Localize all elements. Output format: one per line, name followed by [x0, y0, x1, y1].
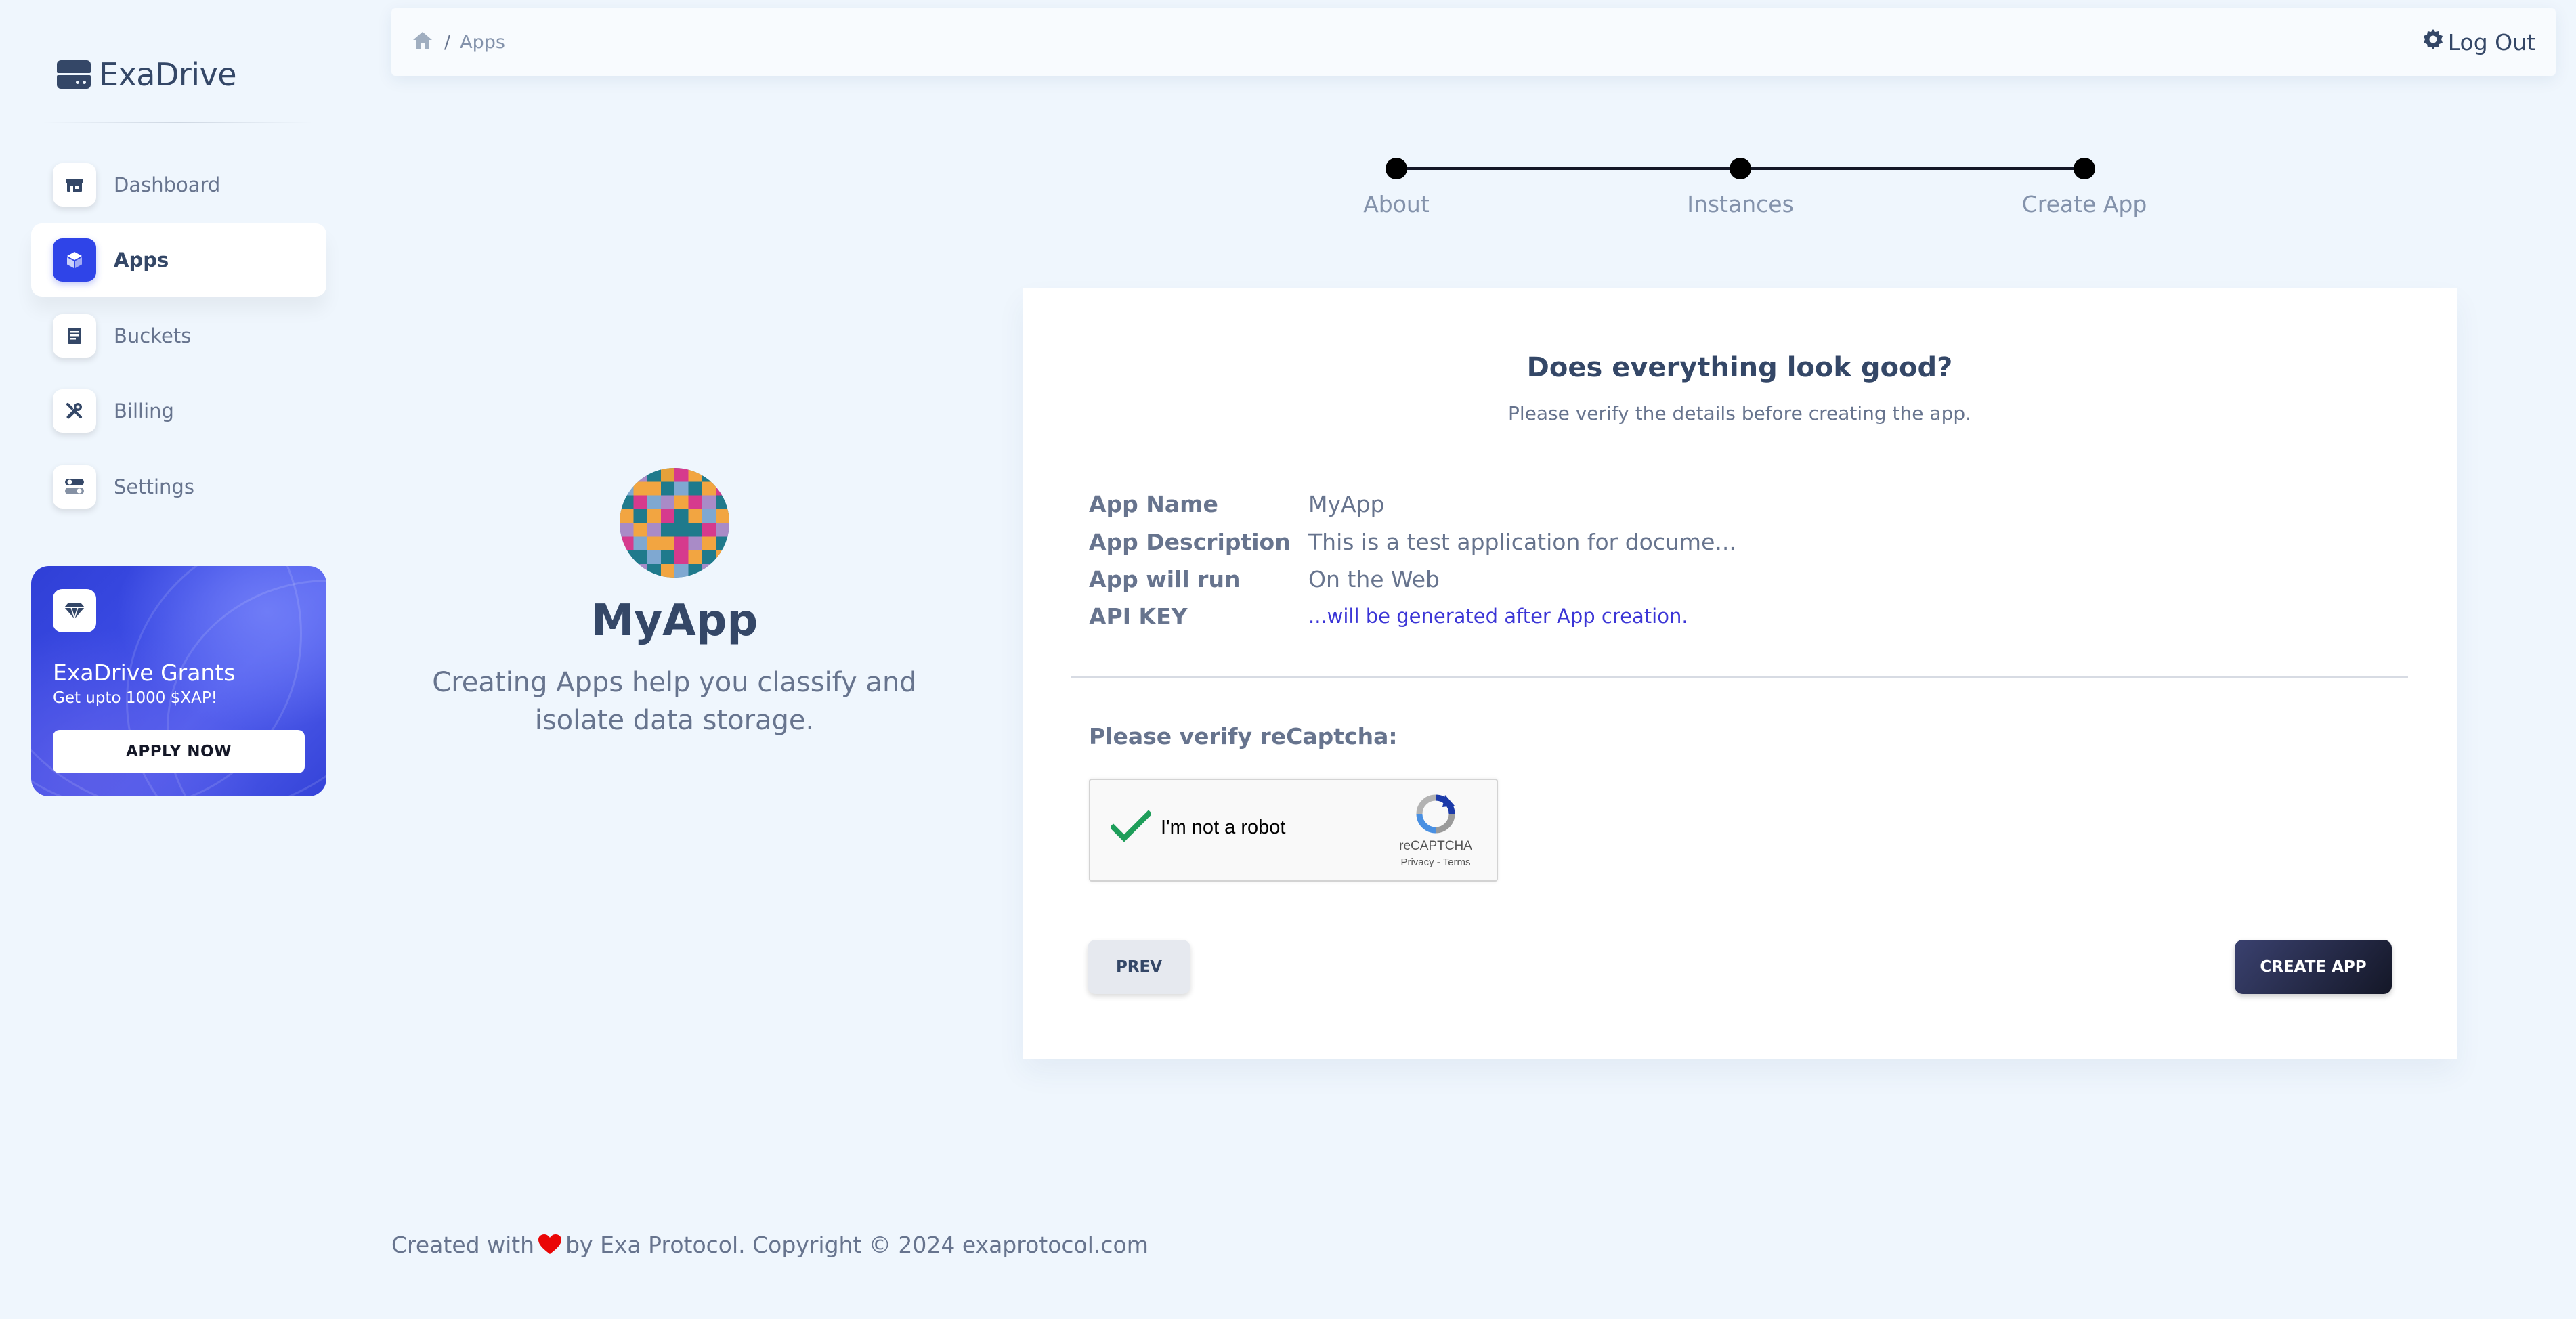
detail-value: On the Web	[1308, 565, 1440, 592]
brand-logo[interactable]: ExaDrive	[57, 54, 237, 95]
sidebar-item-label: Settings	[114, 475, 194, 498]
app-avatar	[620, 468, 729, 578]
step-label-instances[interactable]: Instances	[1639, 191, 1842, 217]
grants-subtitle: Get upto 1000 $XAP!	[53, 689, 217, 707]
recaptcha-privacy-link[interactable]: Privacy	[1400, 857, 1434, 868]
checkmark-icon[interactable]	[1109, 810, 1153, 847]
create-app-button[interactable]: CREATE APP	[2235, 940, 2392, 994]
breadcrumb: / Apps	[412, 8, 505, 76]
heart-icon	[538, 1234, 562, 1255]
detail-row-app-name: App Name MyApp	[1089, 485, 1384, 523]
breadcrumb-current: Apps	[460, 31, 505, 53]
sidebar-item-label: Dashboard	[114, 173, 221, 196]
recaptcha-logo: reCAPTCHA Privacy - Terms	[1388, 794, 1483, 868]
sidebar-item-label: Apps	[114, 248, 169, 272]
detail-key: App will run	[1089, 565, 1241, 592]
step-dot-about[interactable]	[1386, 158, 1407, 179]
detail-key: App Description	[1089, 528, 1291, 555]
detail-value: MyApp	[1308, 490, 1385, 517]
sidebar-item-apps[interactable]: Apps	[31, 223, 326, 297]
detail-row-app-platform: App will run On the Web	[1089, 560, 1440, 598]
shop-icon	[53, 163, 96, 207]
sidebar-item-label: Billing	[114, 399, 174, 423]
switches-icon	[53, 465, 96, 509]
detail-value: ...will be generated after App creation.	[1308, 605, 1688, 628]
app-description: Creating Apps help you classify and isol…	[432, 667, 917, 736]
detail-value: This is a test application for docume...	[1308, 528, 1736, 555]
step-label-about[interactable]: About	[1295, 191, 1498, 217]
recaptcha-links-separator: -	[1434, 857, 1443, 868]
grants-card: ExaDrive Grants Get upto 1000 $XAP! APPL…	[31, 566, 326, 796]
sidebar-item-buckets[interactable]: Buckets	[31, 299, 326, 372]
drive-icon	[57, 60, 91, 89]
review-subtitle: Please verify the details before creatin…	[1507, 402, 1972, 425]
app-name-title: MyApp	[591, 596, 758, 646]
logout-label: Log Out	[2447, 28, 2535, 56]
recaptcha-checkbox-label: I'm not a robot	[1161, 817, 1286, 838]
step-label-create-app[interactable]: Create App	[1983, 191, 2186, 217]
sidebar-item-billing[interactable]: Billing	[31, 374, 326, 448]
grants-title: ExaDrive Grants	[53, 660, 236, 686]
footer: Created with by Exa Protocol. Copyright …	[391, 1228, 1149, 1261]
apply-now-button[interactable]: APPLY NOW	[53, 730, 305, 773]
detail-key: API KEY	[1089, 603, 1188, 630]
sidebar-item-settings[interactable]: Settings	[31, 450, 326, 523]
gear-icon	[2422, 28, 2448, 56]
tools-icon	[53, 389, 96, 433]
diamond-icon	[53, 589, 96, 632]
recaptcha-widget[interactable]: I'm not a robot reCAPTCHA Privacy - Term…	[1089, 779, 1498, 882]
cube-icon	[53, 238, 96, 282]
breadcrumb-separator: /	[444, 31, 451, 53]
prev-button[interactable]: PREV	[1088, 940, 1190, 994]
document-icon	[53, 314, 96, 358]
card-divider	[1071, 676, 2408, 678]
step-dot-create-app[interactable]	[2074, 158, 2095, 179]
sidebar-item-label: Buckets	[114, 324, 192, 347]
recaptcha-terms-link[interactable]: Terms	[1443, 857, 1471, 868]
brand-name: ExaDrive	[99, 56, 237, 93]
detail-row-api-key: API KEY ...will be generated after App c…	[1089, 597, 1688, 635]
review-card: Does everything look good? Please verify…	[1023, 288, 2457, 1059]
detail-key: App Name	[1089, 490, 1218, 517]
review-title: Does everything look good?	[1526, 352, 1953, 383]
logout-button[interactable]: Log Out	[2422, 8, 2535, 76]
step-dot-instances[interactable]	[1730, 158, 1751, 179]
recaptcha-brand: reCAPTCHA	[1399, 839, 1472, 853]
detail-row-app-description: App Description This is a test applicati…	[1089, 523, 1736, 561]
top-navbar: / Apps Log Out	[391, 8, 2556, 76]
sidebar-item-dashboard[interactable]: Dashboard	[31, 148, 326, 221]
recaptcha-icon	[1415, 794, 1456, 837]
recaptcha-label: Please verify reCaptcha:	[1089, 723, 1398, 750]
home-icon[interactable]	[412, 30, 433, 54]
footer-text-before: Created with	[391, 1231, 535, 1258]
footer-text-after: by Exa Protocol. Copyright © 2024 exapro…	[565, 1231, 1149, 1258]
sidebar-divider	[42, 122, 313, 123]
